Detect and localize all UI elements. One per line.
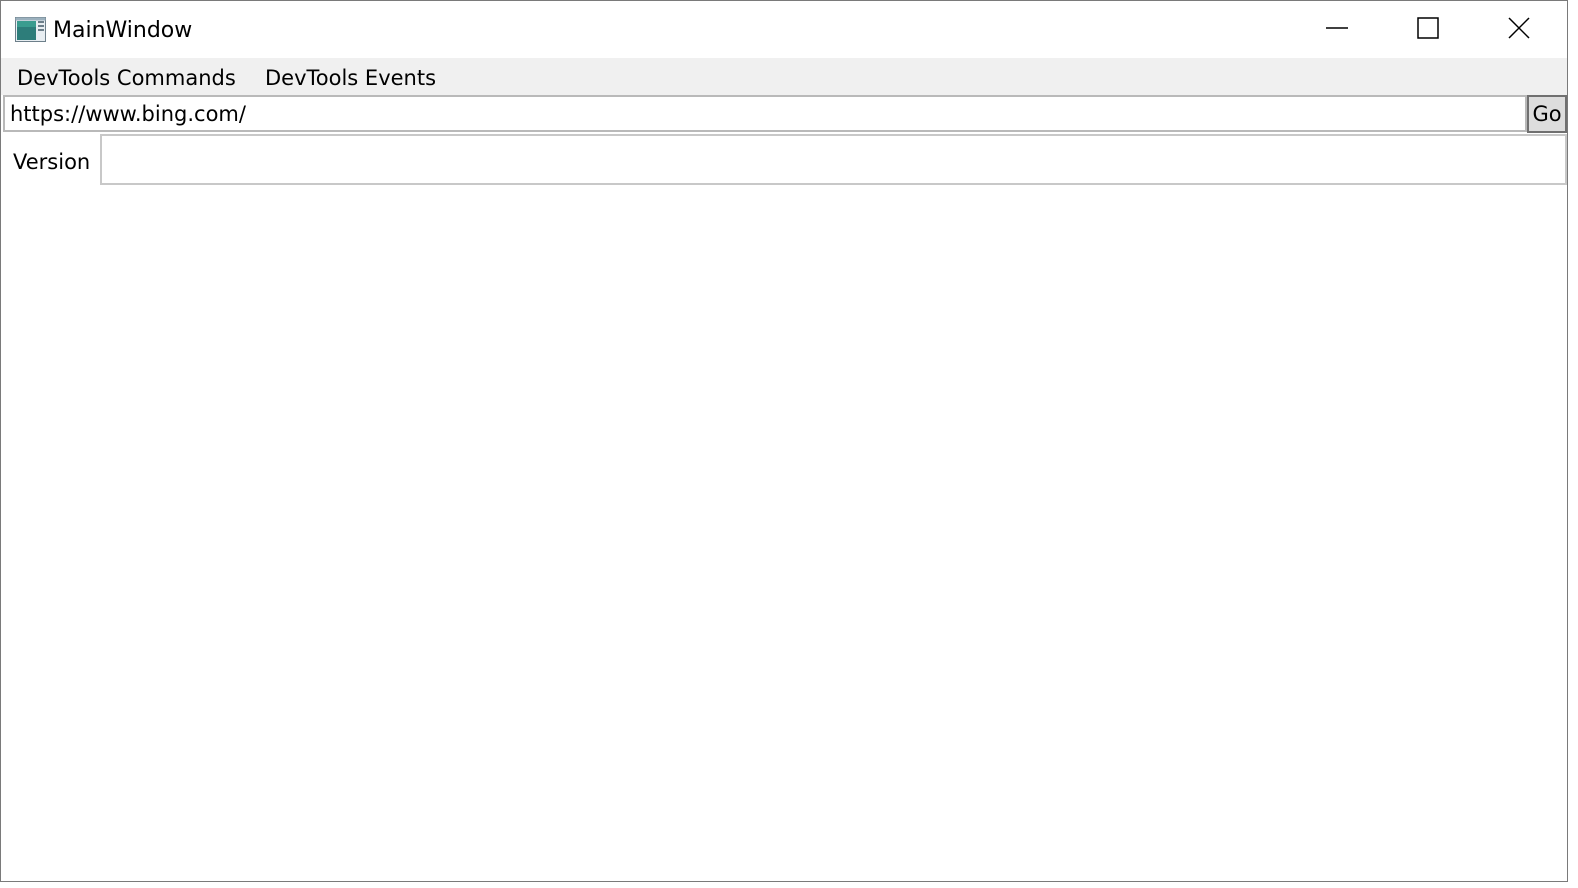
- app-window-icon: [15, 17, 46, 42]
- main-window: MainWindow DevTools Commands DevTools Ev…: [0, 0, 1568, 882]
- webview-content[interactable]: [1, 185, 1567, 881]
- close-icon: [1508, 16, 1530, 43]
- menu-devtools-events[interactable]: DevTools Events: [261, 63, 440, 93]
- url-input[interactable]: [5, 97, 1525, 130]
- menu-bar: DevTools Commands DevTools Events: [1, 58, 1567, 95]
- close-button[interactable]: [1473, 1, 1565, 58]
- title-bar[interactable]: MainWindow: [1, 1, 1567, 58]
- maximize-icon: [1417, 16, 1439, 43]
- minimize-button[interactable]: [1291, 1, 1383, 58]
- go-button[interactable]: Go: [1527, 95, 1567, 133]
- version-label: Version: [13, 150, 91, 174]
- maximize-button[interactable]: [1382, 1, 1474, 58]
- window-title: MainWindow: [53, 18, 193, 43]
- version-field[interactable]: [100, 134, 1567, 185]
- menu-devtools-commands[interactable]: DevTools Commands: [13, 63, 240, 93]
- minimize-icon: [1326, 17, 1348, 43]
- address-bar: [3, 95, 1527, 132]
